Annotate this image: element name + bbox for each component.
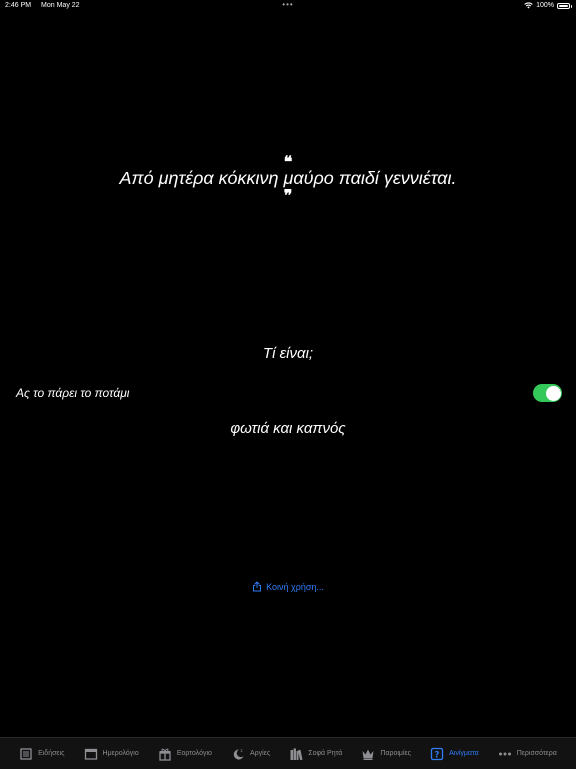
- toggle-knob: [545, 385, 561, 401]
- tab-label: Αινίγματα: [449, 750, 479, 757]
- riddle-question: Τί είναι;: [262, 345, 314, 362]
- reveal-answer-row: Ας το πάρει το ποτάμι: [16, 384, 562, 404]
- status-bar: 2:46 PM Mon May 22 ••• 100%: [0, 0, 576, 12]
- tab-label: Ειδήσεις: [38, 750, 65, 757]
- share-icon: [253, 581, 262, 592]
- tab-quotes[interactable]: Σοφά Ρητά: [289, 747, 342, 761]
- reveal-answer-toggle[interactable]: [533, 384, 562, 402]
- crown-icon: [361, 747, 375, 761]
- tab-riddles[interactable]: ? Αινίγματα: [430, 747, 479, 761]
- riddle-answer: φωτιά και καπνός: [230, 420, 346, 437]
- tab-label: Αργίες: [250, 750, 271, 757]
- moon-icon: z: [231, 747, 245, 761]
- close-quote-icon: ❞: [283, 188, 293, 205]
- battery-icon: [557, 2, 572, 9]
- calendar-icon: [84, 747, 98, 761]
- tab-label: Εορτολόγιο: [176, 750, 212, 757]
- svg-text:?: ?: [435, 750, 440, 760]
- question-icon: ?: [430, 747, 444, 761]
- newspaper-icon: [19, 747, 33, 761]
- tab-label: Σοφά Ρητά: [308, 750, 343, 757]
- riddle-text: Από μητέρα κόκκινη μαύρο παιδί γεννιέται…: [119, 168, 457, 188]
- multitasking-dots-icon[interactable]: •••: [282, 0, 293, 9]
- more-icon: [498, 747, 512, 761]
- books-icon: [289, 747, 303, 761]
- tab-news[interactable]: Ειδήσεις: [19, 747, 64, 761]
- tab-calendar[interactable]: Ημερολόγιο: [84, 747, 139, 761]
- tab-more[interactable]: Περισσότερα: [498, 747, 557, 761]
- wifi-icon: [524, 2, 533, 9]
- tab-namedays[interactable]: Εορτολόγιο: [158, 747, 212, 761]
- battery-percent: 100%: [536, 2, 554, 9]
- tab-bar: Ειδήσεις Ημερολόγιο Εορτολόγιο z Αργίες …: [0, 737, 576, 769]
- tab-label: Περισσότερα: [516, 750, 557, 757]
- tab-proverbs[interactable]: Παροιμίες: [361, 747, 411, 761]
- tab-label: Ημερολόγιο: [102, 750, 139, 757]
- tab-holidays[interactable]: z Αργίες: [231, 747, 270, 761]
- tab-label: Παροιμίες: [380, 750, 412, 757]
- status-date: Mon May 22: [41, 2, 80, 9]
- svg-text:z: z: [241, 748, 243, 753]
- reveal-answer-label: Ας το πάρει το ποτάμι: [16, 386, 130, 400]
- gift-icon: [158, 747, 172, 761]
- share-button[interactable]: Κοινή χρήση...: [0, 581, 576, 592]
- status-time: 2:46 PM: [5, 2, 32, 9]
- share-label: Κοινή χρήση...: [266, 581, 324, 592]
